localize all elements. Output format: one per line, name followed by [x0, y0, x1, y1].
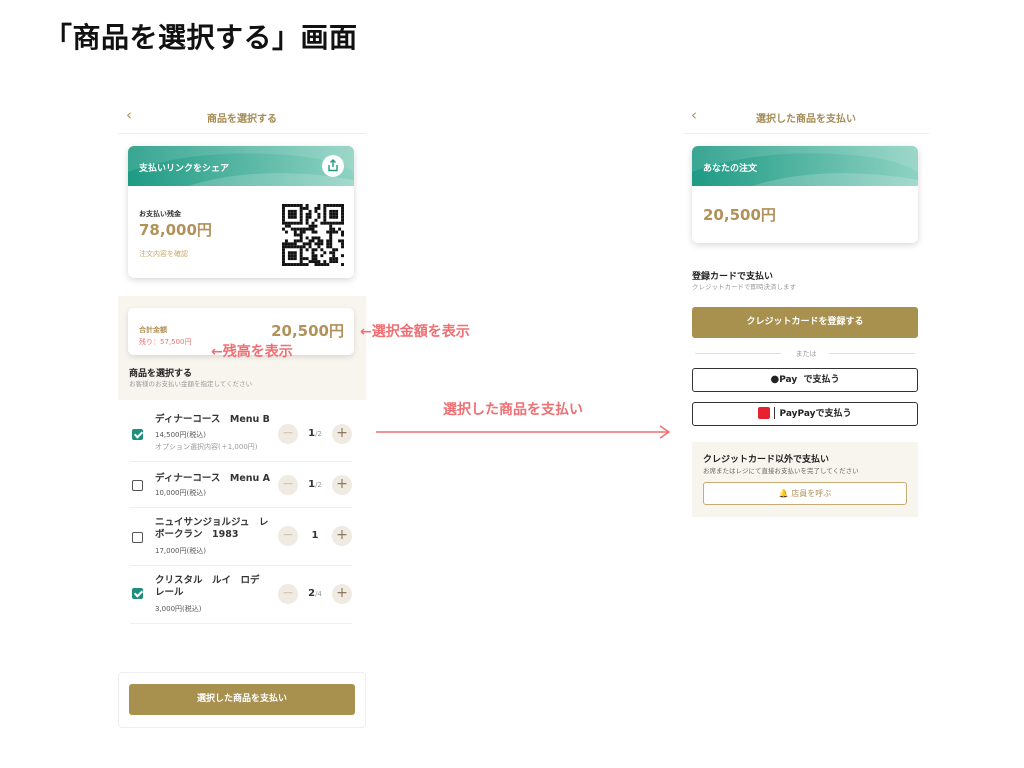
card-header: あなたの注文	[692, 146, 918, 186]
total-label: 合計金額	[139, 326, 167, 334]
decrement-button[interactable]: −	[278, 584, 298, 604]
slide-title: 「商品を選択する」画面	[44, 21, 358, 54]
item-checkbox[interactable]	[132, 480, 143, 491]
item-price: 10,000円(税込)	[155, 489, 206, 497]
paypay-icon	[758, 406, 771, 419]
item-price: 14,500円(税込)	[155, 431, 206, 439]
list-item[interactable]: ディナーコース Menu B 14,500円(税込) オプション選択内容(＋1,…	[130, 404, 352, 462]
increment-button[interactable]: +	[332, 584, 352, 604]
quantity: 2/4	[308, 588, 322, 599]
item-checkbox[interactable]	[132, 532, 143, 543]
share-link-card: 支払いリンクをシェア お支払い残金 78,000円 注文内容を確認	[128, 146, 354, 278]
other-pay-title: クレジットカード以外で支払い	[703, 455, 830, 465]
bell-icon: 🔔	[778, 489, 789, 498]
bottom-bar: 選択した商品を支払い	[118, 672, 366, 728]
quantity: 1/2	[308, 428, 322, 439]
select-items-screen: ‹ 商品を選択する 支払いリンクをシェア お支払い残金 78,000円 注文内容…	[118, 98, 366, 728]
or-label: または	[795, 350, 817, 358]
item-option: オプション選択内容(＋1,000円)	[155, 443, 258, 451]
balance-label: お支払い残金	[139, 210, 181, 218]
share-card-title: 支払いリンクをシェア	[139, 164, 230, 174]
item-checkbox[interactable]	[132, 429, 143, 440]
annotation-balance: ←残高を表示	[211, 344, 293, 360]
other-pay-subtitle: お席またはレジにて直接お支払いを完了してください	[703, 467, 859, 475]
list-item[interactable]: クリスタル ルイ ロデ レール 3,000円(税込) − 2/4 +	[130, 566, 352, 624]
call-staff-label: 店員を呼ぶ	[791, 489, 832, 498]
apple-icon: ●	[770, 374, 780, 385]
increment-button[interactable]: +	[332, 526, 352, 546]
order-card: あなたの注文 20,500円	[692, 146, 918, 243]
view-order-link[interactable]: 注文内容を確認	[139, 249, 188, 259]
item-name: クリスタル ルイ ロデ レール	[155, 575, 260, 598]
item-name: ディナーコース Menu B	[155, 414, 270, 425]
total-amount: 20,500円	[271, 322, 344, 340]
list-item[interactable]: ディナーコース Menu A 10,000円(税込) − 1/2 +	[130, 462, 352, 508]
pay-selected-button[interactable]: 選択した商品を支払い	[129, 684, 355, 715]
other-payment-section: クレジットカード以外で支払い お席またはレジにて直接お支払いを完了してください	[692, 442, 918, 517]
apple-pay-suffix: で支払う	[803, 375, 840, 385]
register-card-button[interactable]: クレジットカードを登録する	[692, 307, 918, 338]
decrement-button[interactable]: −	[278, 526, 298, 546]
nav-title: 選択した商品を支払い	[756, 114, 856, 125]
increment-button[interactable]: +	[332, 424, 352, 444]
annotation-amount: ←選択金額を表示	[360, 324, 470, 340]
nav-title: 商品を選択する	[207, 114, 277, 125]
card-header: 支払いリンクをシェア	[128, 146, 354, 186]
quantity: 1	[311, 530, 319, 541]
item-price: 17,000円(税込)	[155, 547, 206, 555]
arrow-right-icon	[376, 425, 671, 439]
apple-pay-button[interactable]: ●Pay で支払う	[692, 368, 918, 392]
item-checkbox[interactable]	[132, 588, 143, 599]
card-pay-subtitle: クレジットカードで即時決済します	[692, 283, 796, 291]
list-item[interactable]: ニュイサンジョルジュ レ ボークラン 1983 17,000円(税込) − 1 …	[130, 508, 352, 566]
order-amount: 20,500円	[703, 206, 776, 224]
payment-screen: ‹ 選択した商品を支払い あなたの注文 20,500円 登録カードで支払い クレ…	[683, 98, 929, 523]
apple-pay-brand: Pay	[779, 375, 798, 385]
paypay-button[interactable]: PayPayで支払う	[692, 402, 918, 426]
annotation-flow: 選択した商品を支払い	[443, 402, 583, 418]
item-price: 3,000円(税込)	[155, 605, 202, 613]
separator	[774, 406, 776, 419]
section-subtitle: お客様のお支払い金額を指定してください	[129, 380, 253, 388]
item-name: ディナーコース Menu A	[155, 473, 270, 484]
paypay-label: PayPayで支払う	[779, 409, 852, 419]
order-card-title: あなたの注文	[703, 164, 758, 174]
share-icon	[328, 159, 338, 172]
remaining-balance: 残り：57,500円	[139, 338, 192, 346]
quantity: 1/2	[308, 479, 322, 490]
decrement-button[interactable]: −	[278, 475, 298, 495]
balance-amount: 78,000円	[139, 221, 212, 239]
call-staff-button[interactable]: 🔔 店員を呼ぶ	[703, 482, 907, 505]
qr-code	[282, 204, 344, 266]
nav-bar: ‹ 選択した商品を支払い	[683, 98, 929, 134]
item-name: ニュイサンジョルジュ レ ボークラン 1983	[155, 517, 269, 540]
share-button[interactable]	[322, 155, 344, 177]
nav-bar: ‹ 商品を選択する	[118, 98, 366, 134]
decrement-button[interactable]: −	[278, 424, 298, 444]
increment-button[interactable]: +	[332, 475, 352, 495]
